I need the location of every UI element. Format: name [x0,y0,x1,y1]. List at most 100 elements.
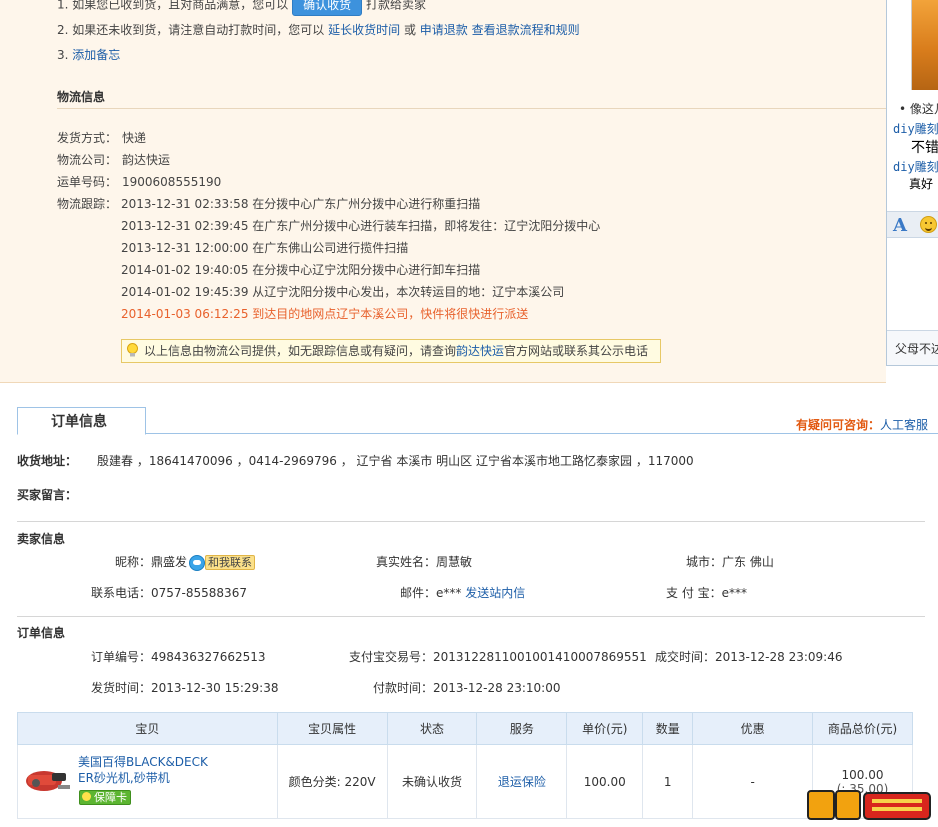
seller-phone: 联系电话：0757-85588367 [91,584,247,601]
track-label: 物流跟踪： [57,197,118,211]
tab-bar-line [17,433,938,434]
help-contact: 有疑问可咨询：人工客服 [796,416,928,433]
step-1-suffix: 打款给卖家 [365,0,426,12]
seller-alipay: 支 付 宝：e*** [666,584,747,601]
contact-me-button[interactable]: 和我联系 [205,555,256,570]
track-entry: 2014-01-02 19:40:05 在分拨中心辽宁沈阳分拨中心进行卸车扫描 [121,263,481,277]
logistics-notice: 以上信息由物流公司提供，如无跟踪信息或有疑问，请查询韵达快运官方网站或联系其公示… [121,339,661,363]
seller-phone-label: 联系电话： [91,586,152,600]
side-footer-text: 父母不达 [887,330,938,365]
item-total-value: 100.00 [841,767,884,782]
ship-time-label: 发货时间： [91,681,152,695]
seller-alipay-label: 支 付 宝： [666,586,722,600]
col-header-total: 商品总价(元) [812,712,913,745]
wangwang-icon[interactable] [189,554,206,571]
side-message: 真好 [909,177,934,191]
logistics-title: 物流信息 [57,90,106,104]
divider [17,616,925,617]
product-photo[interactable] [911,0,938,90]
seller-nick: 昵称：鼎盛发 和我联系 [115,553,256,571]
track-label-row: 物流跟踪： [57,195,122,212]
seller-realname: 真实姓名：周慧敏 [376,553,472,570]
item-discount: - [692,744,814,819]
side-diy-link[interactable]: diy雕刻 [893,120,938,137]
seller-email: 邮件：e*** 发送站内信 [400,584,525,601]
tab-order-info[interactable]: 订单信息 [17,407,146,435]
send-site-message-link[interactable]: 发送站内信 [465,586,525,600]
logistics-panel: 1. 如果您已收到货，且对商品满意，您可以 确认收货 打款给卖家 2. 如果还未… [0,0,886,383]
chat-side-widget: • 像这几 diy雕刻 不错 diy雕刻 真好 A 父母不达 [886,0,938,366]
track-entry: 2013-12-31 02:39:45 在广东广州分拨中心进行装车扫描，即将发往… [121,219,601,233]
step-2-or: 或 [403,23,416,37]
order-info-title: 订单信息 [17,626,66,640]
product-name-link[interactable]: 美国百得BLACK&DECKER砂光机,砂带机 [78,754,210,786]
order-no-value: 498436327662513 [151,650,266,664]
track-entry: 2013-12-31 12:00:00 在广东佛山公司进行揽件扫描 [121,241,409,255]
font-icon[interactable]: A [893,215,907,236]
side-diy-link[interactable]: diy雕刻 [893,158,938,175]
side-message: 不错 [911,140,938,156]
deal-time: 成交时间：2013-12-28 23:09:46 [655,648,842,665]
step-2: 2. 如果还未收到货，请注意自动打款时间，您可以 延长收货时间 或 申请退款 查… [57,21,580,38]
ship-method-label: 发货方式： [57,131,118,145]
add-memo-link[interactable]: 添加备忘 [72,48,120,62]
chat-toolbar: A [887,211,938,238]
track-entry: 2013-12-31 02:33:58 在分拨中心广东广州分拨中心进行称重扫描 [121,197,481,211]
pay-time: 付款时间：2013-12-28 23:10:00 [373,679,560,696]
col-header-attr: 宝贝属性 [276,712,388,745]
seller-city: 城市：广东 佛山 [686,553,774,570]
seller-city-label: 城市： [686,555,723,569]
ship-time-value: 2013-12-30 15:29:38 [151,681,279,695]
ship-time: 发货时间：2013-12-30 15:29:38 [91,679,278,696]
alipay-trade-no: 支付宝交易号：2013122811001001410007869551 [349,648,647,665]
deal-time-value: 2013-12-28 23:09:46 [715,650,843,664]
item-service: 退运保险 [476,744,568,819]
apply-refund-link[interactable]: 申请退款 [420,23,468,37]
seller-nick-label: 昵称： [115,555,152,569]
seller-nick-value: 鼎盛发 [151,555,188,569]
col-header-qty: 数量 [642,712,694,745]
emoji-icon[interactable] [920,216,937,233]
col-header-price: 单价(元) [566,712,644,745]
logistics-divider [57,108,886,109]
alipay-trade-value: 2013122811001001410007869551 [433,650,647,664]
customer-service-link[interactable]: 人工客服 [880,418,928,432]
col-header-item: 宝贝 [17,712,278,745]
return-insurance-link[interactable]: 退运保险 [498,775,546,789]
confirm-receipt-button[interactable]: 确认收货 [292,0,363,16]
seller-realname-value: 周慧敏 [436,555,473,569]
track-entry-latest: 2014-01-03 06:12:25 到达目的地网点辽宁本溪公司，快件将很快进… [121,307,529,321]
item-price: 100.00 [566,744,644,819]
col-header-service: 服务 [476,712,568,745]
track-entry: 2014-01-02 19:45:39 从辽宁沈阳分拨中心发出，本次转运目的地：… [121,285,565,299]
col-header-discount: 优惠 [692,712,814,745]
courier-site-link[interactable]: 韵达快运 [456,344,504,358]
refund-rules-link[interactable]: 查看退款流程和规则 [472,23,580,37]
guarantee-badge[interactable]: 保障卡 [79,790,131,805]
alipay-trade-label: 支付宝交易号： [349,650,434,664]
order-items-table: 宝贝 宝贝属性 状态 服务 单价(元) 数量 优惠 商品总价(元) 美国百得BL… [17,712,913,819]
tracking-no-row: 运单号码： 1900608555190 [57,173,221,190]
item-status: 未确认收货 [386,744,478,819]
extend-receipt-link[interactable]: 延长收货时间 [328,23,400,37]
tracking-no-label: 运单号码： [57,175,118,189]
order-no-label: 订单编号： [91,650,152,664]
side-snippet: • 像这几 [899,102,938,116]
address-value: 殷建春 ，18641470096 ，0414-2969796 ， 辽宁省 本溪市… [97,454,694,468]
pay-time-label: 付款时间： [373,681,434,695]
notice-text: 以上信息由物流公司提供，如无跟踪信息或有疑问，请查询 [144,344,457,358]
step-3-text: 3. [57,48,69,62]
ship-method-value: 快递 [122,131,147,145]
lightbulb-icon [127,343,138,357]
table-header-row: 宝贝 宝贝属性 状态 服务 单价(元) 数量 优惠 商品总价(元) [17,712,913,745]
buyer-message-label: 买家留言： [17,488,78,502]
order-no: 订单编号：498436327662513 [91,648,266,665]
notice-suffix: 官方网站或联系其公示电话 [504,344,649,358]
step-1-text: 1. 如果您已收到货，且对商品满意，您可以 [57,0,289,12]
col-header-status: 状态 [386,712,478,745]
tracking-no-value: 1900608555190 [122,175,222,189]
product-thumbnail[interactable] [22,761,74,797]
seller-email-label: 邮件： [400,586,437,600]
pay-time-value: 2013-12-28 23:10:00 [433,681,561,695]
seller-alipay-value: e*** [721,586,748,600]
